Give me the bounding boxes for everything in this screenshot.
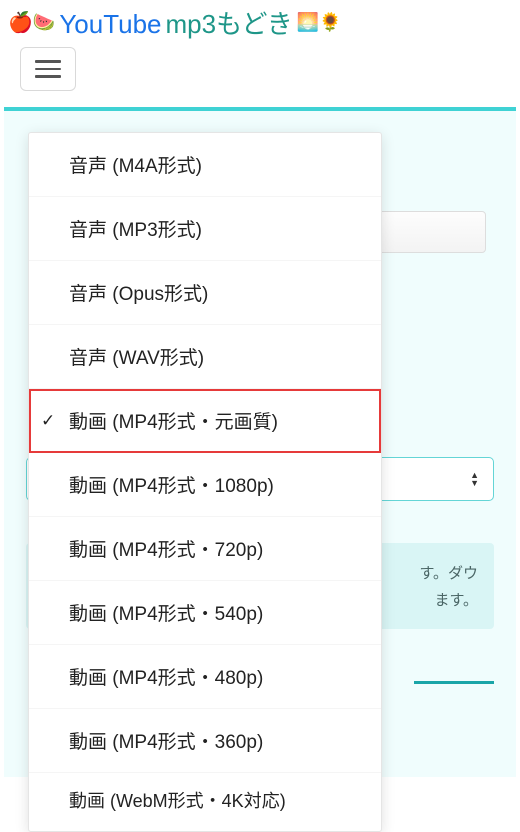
format-option-label: 音声 (MP3形式) xyxy=(69,215,202,242)
format-option-label: 動画 (MP4形式・360p) xyxy=(69,727,263,754)
format-option-8[interactable]: 動画 (MP4形式・480p) xyxy=(29,645,381,709)
action-button[interactable] xyxy=(376,211,486,253)
format-option-10[interactable]: 動画 (WebM形式・4K対応) xyxy=(29,773,381,831)
select-chevron-icon: ▲▼ xyxy=(470,471,479,487)
format-dropdown: 音声 (M4A形式) 音声 (MP3形式) 音声 (Opus形式) 音声 (WAV形式… xyxy=(28,132,382,832)
format-option-label: 動画 (WebM形式・4K対応) xyxy=(69,790,286,813)
format-option-label: 動画 (MP4形式・540p) xyxy=(69,599,263,626)
site-logo-text[interactable]: YouTubemp3もどき xyxy=(59,4,292,41)
format-option-9[interactable]: 動画 (MP4形式・360p) xyxy=(29,709,381,773)
site-header: 🍎 🍉 YouTubemp3もどき 🌅🌻 xyxy=(0,0,520,41)
format-option-4[interactable]: ✓動画 (MP4形式・元画質) xyxy=(29,389,381,453)
format-option-label: 動画 (MP4形式・720p) xyxy=(69,535,263,562)
hint-line-2: ます。 xyxy=(434,589,478,610)
sunflower-icon: 🌻 xyxy=(319,12,341,33)
format-option-label: 音声 (WAV形式) xyxy=(69,343,204,370)
format-option-3[interactable]: 音声 (WAV形式) xyxy=(29,325,381,389)
format-option-5[interactable]: 動画 (MP4形式・1080p) xyxy=(29,453,381,517)
format-option-0[interactable]: 音声 (M4A形式) xyxy=(29,133,381,197)
watermelon-icon: 🍉 xyxy=(33,12,55,33)
logo-tube: Tube xyxy=(103,9,161,39)
format-option-1[interactable]: 音声 (MP3形式) xyxy=(29,197,381,261)
format-option-label: 音声 (Opus形式) xyxy=(69,279,208,306)
format-option-7[interactable]: 動画 (MP4形式・540p) xyxy=(29,581,381,645)
logo-mp3: mp3 xyxy=(166,9,217,39)
sunrise-icon: 🌅 xyxy=(297,12,319,33)
hint-line-1: す。ダウ xyxy=(419,562,478,583)
logo-modoki: もどき xyxy=(216,9,293,39)
format-option-label: 動画 (MP4形式・1080p) xyxy=(69,471,274,498)
format-option-label: 音声 (M4A形式) xyxy=(69,151,202,178)
accent-underline xyxy=(414,681,494,684)
logo-you: You xyxy=(59,9,103,39)
logo-image-icon: 🌅🌻 xyxy=(297,12,342,33)
format-option-6[interactable]: 動画 (MP4形式・720p) xyxy=(29,517,381,581)
logo-fruit-icon: 🍎 🍉 xyxy=(8,10,55,35)
apple-icon: 🍎 xyxy=(8,10,33,35)
format-option-label: 動画 (MP4形式・480p) xyxy=(69,663,263,690)
format-option-label: 動画 (MP4形式・元画質) xyxy=(69,407,278,434)
format-option-2[interactable]: 音声 (Opus形式) xyxy=(29,261,381,325)
check-icon: ✓ xyxy=(41,411,69,431)
menu-toggle-button[interactable] xyxy=(20,47,76,91)
